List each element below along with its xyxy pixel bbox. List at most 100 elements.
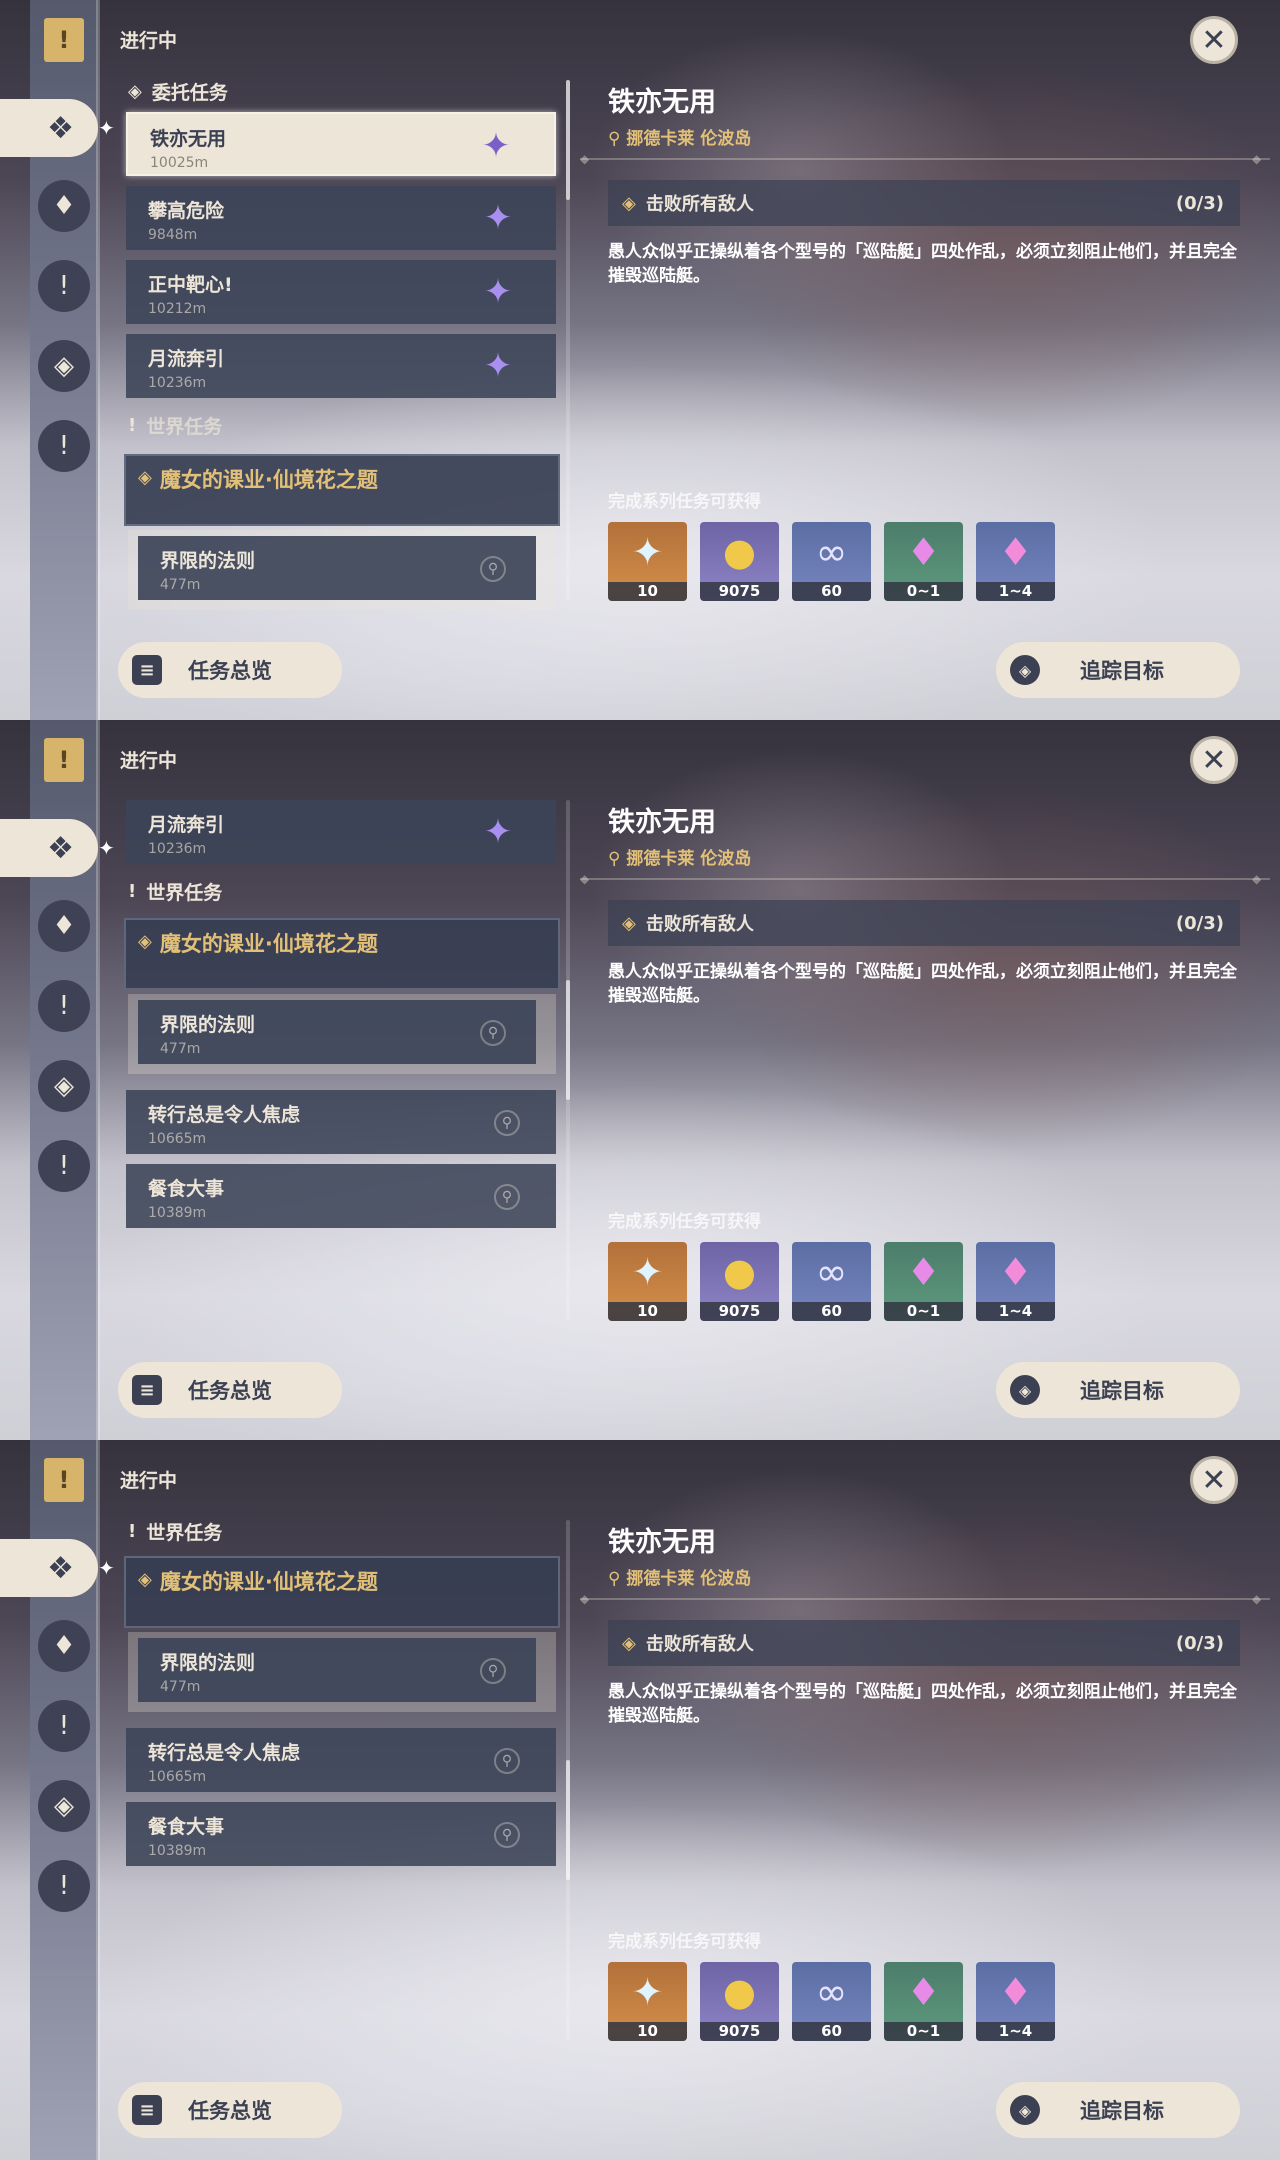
commission-category-tab[interactable]: ❖ bbox=[0, 819, 98, 877]
crystal-icon: ♦ bbox=[906, 1970, 941, 2014]
reward-item[interactable]: ♦ 1~4 bbox=[976, 1242, 1055, 1321]
quest-list[interactable]: 月流奔引 10236m ✦ ! 世界任务 ◈ 魔女的课业·仙境花之题 界限的法则… bbox=[118, 790, 568, 1330]
reward-item[interactable]: ✦ 10 bbox=[608, 1242, 687, 1321]
world-subquest-item[interactable]: 界限的法则 477m ⚲ bbox=[138, 1000, 536, 1064]
quest-item-other-0[interactable]: 转行总是令人焦虑 10665m ⚲ bbox=[126, 1090, 556, 1154]
location-pin-icon[interactable]: ⚲ bbox=[494, 1110, 520, 1136]
track-target-button[interactable]: ◈ 追踪目标 bbox=[996, 642, 1240, 698]
world-quest-header[interactable]: ◈ 魔女的课业·仙境花之题 bbox=[124, 454, 560, 526]
quest-book-icon[interactable]: ! bbox=[44, 18, 84, 62]
reward-item[interactable]: ♦ 0~1 bbox=[884, 1242, 963, 1321]
reward-item[interactable]: ● 9075 bbox=[700, 1242, 779, 1321]
location-pin-icon[interactable]: ⚲ bbox=[480, 556, 506, 582]
quest-list-icon: ≡ bbox=[132, 655, 162, 685]
quest-overview-button[interactable]: ≡ 任务总览 bbox=[118, 642, 342, 698]
crystal-cluster-icon: ♦ bbox=[998, 1250, 1033, 1294]
sparkle-icon: ✦ bbox=[98, 836, 115, 860]
objective-row: ◈ 击败所有敌人 (0/3) bbox=[608, 900, 1240, 946]
quest-list[interactable]: ! 世界任务 ◈ 魔女的课业·仙境花之题 界限的法则 477m ⚲ 转行总是令人… bbox=[118, 1510, 568, 2050]
world-quest-tab-icon[interactable]: ◈ bbox=[38, 1780, 90, 1832]
reward-item[interactable]: ✦ 10 bbox=[608, 1962, 687, 2041]
quest-location: ⚲ 挪德卡莱 伦波岛 bbox=[608, 129, 752, 149]
reward-item[interactable]: ♦ 1~4 bbox=[976, 522, 1055, 601]
world-quest-tab-icon[interactable]: ◈ bbox=[38, 1060, 90, 1112]
close-button[interactable]: ✕ bbox=[1190, 1456, 1238, 1504]
commission-star-icon: ✦ bbox=[483, 812, 513, 852]
crystal-cluster-icon: ♦ bbox=[998, 530, 1033, 574]
quest-overview-button[interactable]: ≡ 任务总览 bbox=[118, 2082, 342, 2138]
event-quest-tab-icon[interactable]: ! bbox=[38, 1140, 90, 1192]
quest-list[interactable]: ◈ 委托任务 铁亦无用 10025m ✦ 攀高危险 9848m ✦ 正中靶心! … bbox=[118, 70, 568, 610]
quest-book-icon[interactable]: ! bbox=[44, 1458, 84, 1502]
world-quest-icon: ◈ bbox=[138, 1569, 152, 1590]
reward-item[interactable]: ∞ 60 bbox=[792, 522, 871, 601]
quest-location: ⚲ 挪德卡莱 伦波岛 bbox=[608, 849, 752, 869]
close-button[interactable]: ✕ bbox=[1190, 736, 1238, 784]
reward-item[interactable]: ● 9075 bbox=[700, 522, 779, 601]
quest-list-icon: ≡ bbox=[132, 2095, 162, 2125]
scrollbar-thumb[interactable] bbox=[566, 80, 570, 200]
quest-item-other-0[interactable]: 转行总是令人焦虑 10665m ⚲ bbox=[126, 1728, 556, 1792]
quest-item-commission-0[interactable]: 铁亦无用 10025m ✦ bbox=[126, 112, 556, 176]
event-quest-tab-icon[interactable]: ! bbox=[38, 1860, 90, 1912]
mora-icon: ● bbox=[722, 1970, 757, 2014]
divider-ornament-left: ◆ bbox=[580, 872, 590, 886]
close-button[interactable]: ✕ bbox=[1190, 16, 1238, 64]
divider-ornament-left: ◆ bbox=[580, 152, 590, 166]
commission-star-icon: ✦ bbox=[483, 272, 513, 312]
world-quest-icon: ◈ bbox=[138, 467, 152, 488]
commission-category-tab[interactable]: ❖ bbox=[0, 99, 98, 157]
world-subquest-item[interactable]: 界限的法则 477m ⚲ bbox=[138, 1638, 536, 1702]
reward-item[interactable]: ♦ 0~1 bbox=[884, 522, 963, 601]
archon-quest-tab-icon[interactable]: ♦ bbox=[38, 180, 90, 232]
quest-item-other-1[interactable]: 餐食大事 10389m ⚲ bbox=[126, 1164, 556, 1228]
location-pin-icon[interactable]: ⚲ bbox=[480, 1658, 506, 1684]
reward-item[interactable]: ♦ 0~1 bbox=[884, 1962, 963, 2041]
reward-item[interactable]: ✦ 10 bbox=[608, 522, 687, 601]
archon-quest-tab-icon[interactable]: ♦ bbox=[38, 900, 90, 952]
rail-edge bbox=[96, 720, 100, 1440]
reward-list: ✦ 10 ● 9075 ∞ 60 ♦ 0~1 ♦ 1~4 bbox=[608, 1962, 1055, 2041]
reward-item[interactable]: ∞ 60 bbox=[792, 1242, 871, 1321]
quest-item-commission-1[interactable]: 攀高危险 9848m ✦ bbox=[126, 186, 556, 250]
location-pin-icon[interactable]: ⚲ bbox=[494, 1822, 520, 1848]
track-diamond-icon: ◈ bbox=[1010, 1375, 1040, 1405]
primogem-icon: ✦ bbox=[631, 530, 664, 574]
story-quest-tab-icon[interactable]: ! bbox=[38, 260, 90, 312]
reward-item[interactable]: ● 9075 bbox=[700, 1962, 779, 2041]
world-quest-tab-icon[interactable]: ◈ bbox=[38, 340, 90, 392]
event-quest-tab-icon[interactable]: ! bbox=[38, 420, 90, 472]
reward-item[interactable]: ♦ 1~4 bbox=[976, 1962, 1055, 2041]
companionship-exp-icon: ∞ bbox=[815, 530, 848, 574]
scrollbar-thumb[interactable] bbox=[566, 980, 570, 1100]
quest-overview-button[interactable]: ≡ 任务总览 bbox=[118, 1362, 342, 1418]
world-subquest-item[interactable]: 界限的法则 477m ⚲ bbox=[138, 536, 536, 600]
world-quest-header[interactable]: ◈ 魔女的课业·仙境花之题 bbox=[124, 1556, 560, 1628]
section-world: ! 世界任务 bbox=[128, 1520, 223, 1544]
world-quest-header[interactable]: ◈ 魔女的课业·仙境花之题 bbox=[124, 918, 560, 990]
quest-item-other-1[interactable]: 餐食大事 10389m ⚲ bbox=[126, 1802, 556, 1866]
primogem-icon: ✦ bbox=[631, 1970, 664, 2014]
location-pin-icon[interactable]: ⚲ bbox=[480, 1020, 506, 1046]
commission-category-tab[interactable]: ❖ bbox=[0, 1539, 98, 1597]
commission-section-icon: ◈ bbox=[128, 80, 142, 102]
scrollbar-thumb[interactable] bbox=[566, 1760, 570, 1880]
quest-item-commission-3[interactable]: 月流奔引 10236m ✦ bbox=[126, 334, 556, 398]
location-pin-icon[interactable]: ⚲ bbox=[494, 1748, 520, 1774]
story-quest-tab-icon[interactable]: ! bbox=[38, 980, 90, 1032]
quest-item-commission-2[interactable]: 正中靶心! 10212m ✦ bbox=[126, 260, 556, 324]
header-in-progress: 进行中 bbox=[120, 750, 178, 772]
reward-item[interactable]: ∞ 60 bbox=[792, 1962, 871, 2041]
location-pin-icon[interactable]: ⚲ bbox=[494, 1184, 520, 1210]
quest-book-icon[interactable]: ! bbox=[44, 738, 84, 782]
rail-edge bbox=[96, 0, 100, 720]
archon-quest-tab-icon[interactable]: ♦ bbox=[38, 1620, 90, 1672]
quest-description: 愚人众似乎正操纵着各个型号的「巡陆艇」四处作乱，必须立刻阻止他们，并且完全摧毁巡… bbox=[608, 1682, 1237, 1726]
track-target-button[interactable]: ◈ 追踪目标 bbox=[996, 2082, 1240, 2138]
world-subquest-group: 界限的法则 477m ⚲ bbox=[128, 530, 556, 610]
track-target-button[interactable]: ◈ 追踪目标 bbox=[996, 1362, 1240, 1418]
story-quest-tab-icon[interactable]: ! bbox=[38, 1700, 90, 1752]
track-diamond-icon: ◈ bbox=[1010, 655, 1040, 685]
quest-item-commission-3[interactable]: 月流奔引 10236m ✦ bbox=[126, 800, 556, 864]
reward-list: ✦ 10 ● 9075 ∞ 60 ♦ 0~1 ♦ 1~4 bbox=[608, 1242, 1055, 1321]
